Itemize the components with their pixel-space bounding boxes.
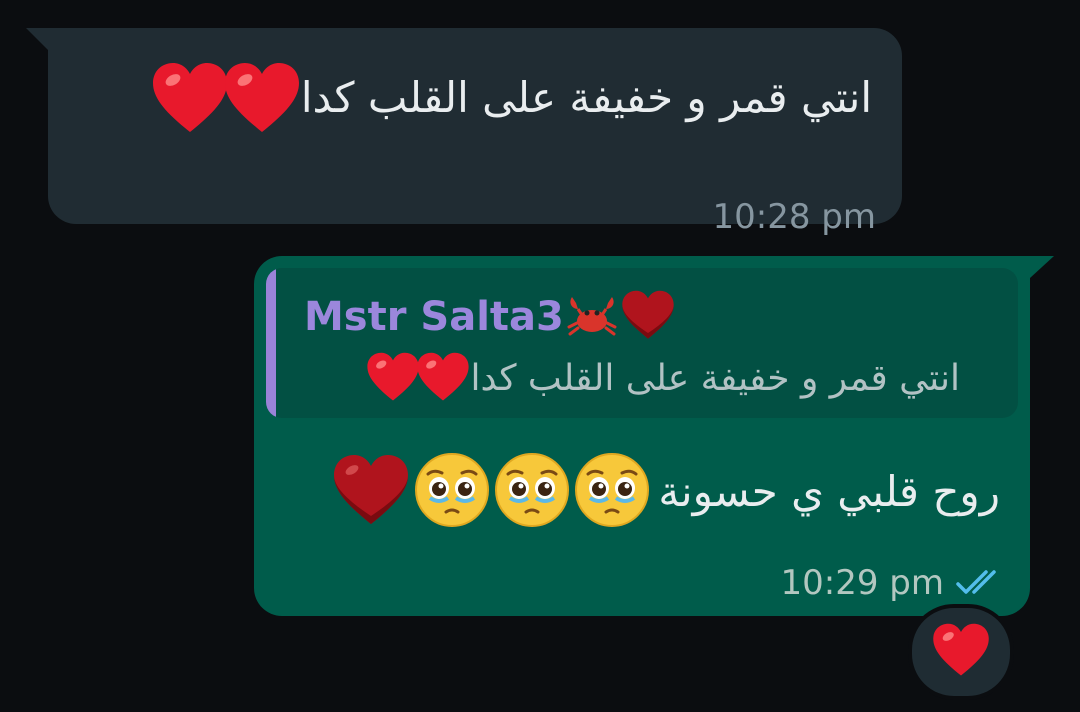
outgoing-message-row: روح قلبي ي حسونة [332,452,1000,532]
red-heart-icon [223,62,301,134]
pleading-face-icon [414,452,490,532]
dark-red-heart-icon [332,454,410,530]
reply-sender-name: Mstr Salta3 [304,294,564,340]
quoted-reply[interactable]: Mstr Salta3 انتي قمر و خفيفة على القلب ك… [266,268,1018,418]
red-heart-icon [151,62,229,134]
bubble-tail [1030,256,1054,278]
incoming-message-bubble[interactable]: انتي قمر و خفيفة على القلب كدا 10:28 pm [26,28,902,234]
red-heart-icon [931,623,991,681]
outgoing-message-bubble[interactable]: Mstr Salta3 انتي قمر و خفيفة على القلب ك… [254,256,1054,616]
red-heart-icon [416,352,470,406]
message-reaction[interactable] [908,604,1014,700]
red-heart-icon [366,352,420,406]
incoming-message-text: انتي قمر و خفيفة على القلب كدا [300,73,872,122]
pleading-face-icon [574,452,650,532]
crab-icon [566,291,618,343]
reply-quoted-text: انتي قمر و خفيفة على القلب كدا [470,358,960,399]
reply-sender: Mstr Salta3 [304,290,676,344]
reply-accent-bar [266,268,276,418]
reply-emoji-group [366,352,470,406]
read-double-check-icon [956,568,1004,602]
dark-red-heart-icon [620,290,676,344]
outgoing-message-text: روح قلبي ي حسونة [658,467,1000,516]
incoming-message-time: 10:28 pm [712,197,877,237]
incoming-emoji-group [151,62,301,134]
reply-quoted-row: انتي قمر و خفيفة على القلب كدا [366,352,960,406]
incoming-message-row: انتي قمر و خفيفة على القلب كدا [151,58,872,138]
bubble-tail [26,28,48,50]
pleading-face-icon [494,452,570,532]
outgoing-message-time: 10:29 pm [780,563,945,603]
outgoing-emoji-group [332,452,650,532]
